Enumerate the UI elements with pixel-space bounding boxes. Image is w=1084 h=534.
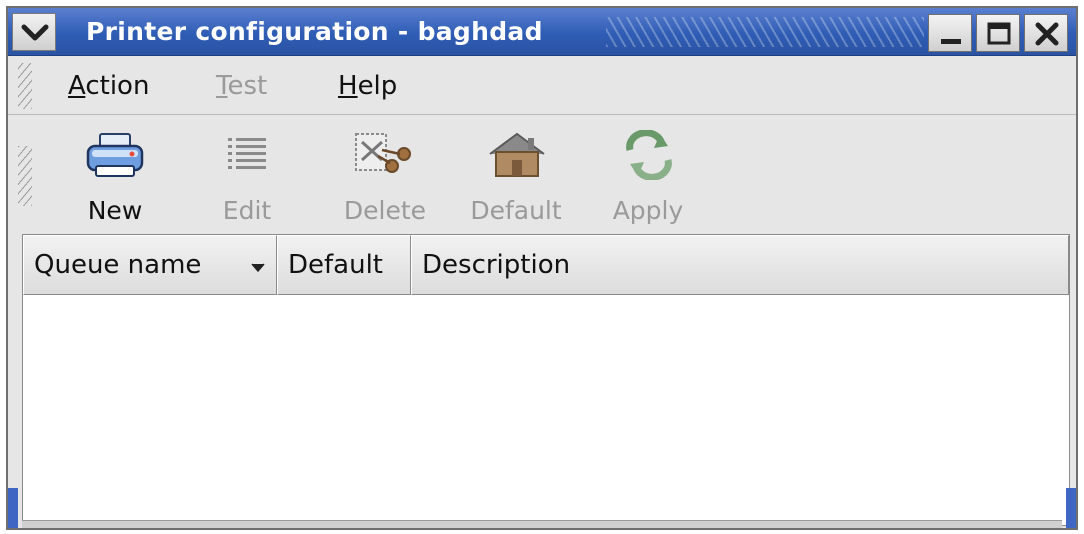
minimize-icon <box>941 39 961 44</box>
delete-button[interactable]: Delete <box>330 116 440 234</box>
sort-descending-icon <box>251 263 265 273</box>
title-hatch-decoration <box>606 17 924 47</box>
window-menu-button[interactable] <box>12 13 56 51</box>
column-label: Queue name <box>34 250 202 280</box>
table-header: Queue name Default Description <box>23 235 1069 295</box>
default-label: Default <box>470 196 562 225</box>
apply-button[interactable]: Apply <box>598 116 698 234</box>
column-header-queue-name[interactable]: Queue name <box>23 235 277 295</box>
printer-icon <box>86 133 144 177</box>
house-icon <box>489 132 545 177</box>
window-resize-corner-right[interactable] <box>1066 488 1076 528</box>
toolbar-drag-handle[interactable] <box>18 146 32 206</box>
maximize-button[interactable] <box>976 14 1020 52</box>
printer-queue-table: Queue name Default Description <box>22 234 1070 526</box>
maximize-icon <box>987 22 1011 45</box>
close-button[interactable] <box>1024 14 1068 52</box>
menu-help[interactable]: Help <box>338 71 397 101</box>
column-header-default[interactable]: Default <box>277 235 411 295</box>
table-body[interactable] <box>23 295 1069 525</box>
edit-label: Edit <box>222 196 272 225</box>
refresh-apply-icon <box>626 130 672 180</box>
new-label: New <box>87 196 143 225</box>
menu-action[interactable]: Action <box>68 71 149 101</box>
title-bar[interactable]: Printer configuration - baghdad <box>8 8 1076 56</box>
default-button[interactable]: Default <box>456 116 576 234</box>
close-icon <box>1035 22 1059 46</box>
printer-config-window: Printer configuration - baghdad Action T… <box>6 6 1078 530</box>
apply-label: Apply <box>612 196 684 225</box>
delete-label: Delete <box>343 196 427 225</box>
scissors-delete-icon <box>355 133 411 173</box>
minimize-button[interactable] <box>928 14 972 52</box>
column-label: Default <box>288 250 383 280</box>
new-button[interactable]: New <box>70 116 160 234</box>
menu-bar: Action Test Help <box>8 57 1076 115</box>
menu-test[interactable]: Test <box>216 71 267 101</box>
window-resize-corner-left[interactable] <box>8 488 18 528</box>
column-header-description[interactable]: Description <box>411 235 1069 295</box>
list-edit-icon <box>228 138 266 169</box>
menubar-drag-handle[interactable] <box>18 63 32 109</box>
edit-button[interactable]: Edit <box>204 116 290 234</box>
toolbar: New Edit Delete Default Apply <box>8 116 1076 234</box>
column-label: Description <box>422 250 571 280</box>
chevron-down-icon <box>21 24 49 41</box>
window-title: Printer configuration - baghdad <box>86 17 543 46</box>
horizontal-scrollbar[interactable] <box>22 520 1062 528</box>
